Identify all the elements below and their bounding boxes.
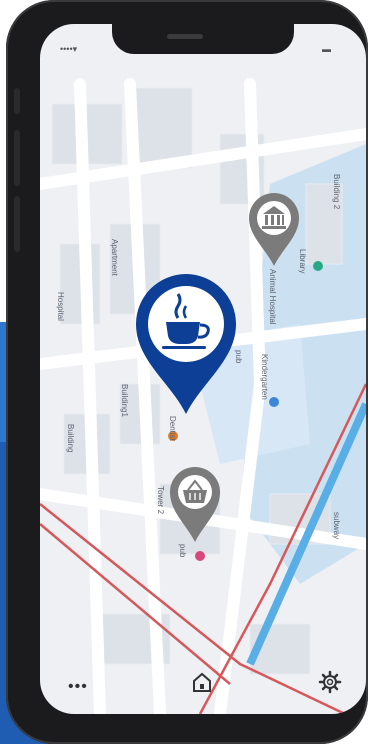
library-poi-icon[interactable]: [313, 261, 323, 271]
map-label-building: Building: [66, 424, 75, 453]
map-label-hospital: Hospital: [56, 292, 65, 321]
map-label-building1: Building1: [120, 384, 129, 417]
more-button[interactable]: •••: [68, 678, 88, 696]
volume-up-button: [14, 130, 20, 186]
map-label-dentist: Dentist: [168, 416, 177, 441]
map-label-pub: pub: [178, 544, 187, 558]
home-button[interactable]: [190, 670, 214, 694]
mute-switch: [14, 88, 20, 114]
gear-icon: [318, 670, 342, 694]
map-label-tower2: Tower 2: [156, 486, 165, 515]
map-label-animal-hospital: Animal Hospital: [268, 269, 277, 325]
map-label-subway: subway: [332, 512, 341, 540]
speaker-grille: [167, 34, 203, 39]
bottom-nav: •••: [40, 660, 366, 714]
volume-down-button: [14, 196, 20, 252]
pub-poi-icon[interactable]: [195, 551, 205, 561]
kindergarten-poi-icon[interactable]: [269, 397, 279, 407]
museum-pin[interactable]: [245, 190, 303, 268]
phone-notch: [112, 24, 294, 54]
phone-frame: ••••▾ ▬ Building 2 Library Apartment Hos…: [6, 0, 368, 744]
cafe-pin[interactable]: [130, 270, 242, 416]
map-label-kindergarten: Kindergarten: [260, 354, 269, 400]
signal-wifi-icon: ••••▾: [60, 44, 78, 54]
settings-button[interactable]: [318, 670, 342, 694]
map-screen[interactable]: ••••▾ ▬ Building 2 Library Apartment Hos…: [40, 24, 366, 714]
battery-icon: ▬: [322, 44, 331, 54]
map-label-building2: Building 2: [332, 174, 341, 210]
map-label-apartment: Apartment: [110, 239, 119, 276]
shop-pin[interactable]: [166, 464, 224, 544]
home-icon: [193, 672, 211, 692]
